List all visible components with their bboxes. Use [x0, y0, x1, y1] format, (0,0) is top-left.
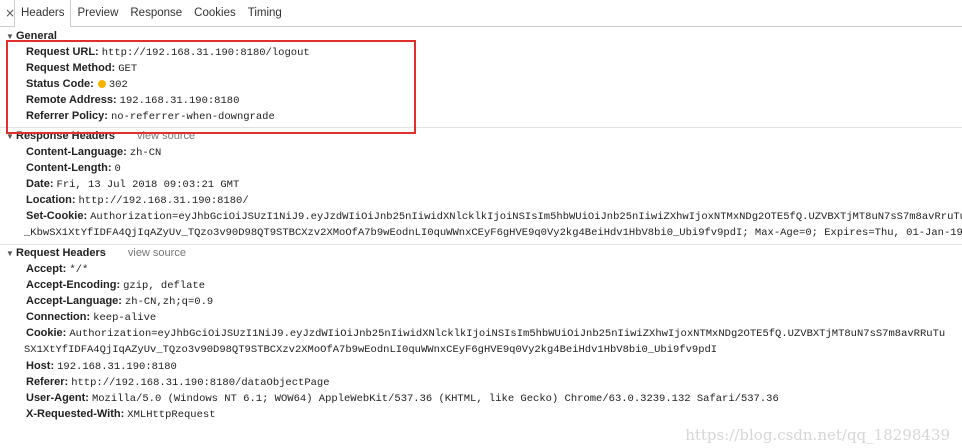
header-value: Authorization=eyJhbGciOiJSUzI1NiJ9.eyJzd…	[90, 211, 962, 223]
expand-triangle-icon: ▼	[6, 32, 14, 41]
header-value: Authorization=eyJhbGciOiJSUzI1NiJ9.eyJzd…	[69, 328, 946, 340]
header-key: Referrer Policy:	[26, 110, 108, 122]
expand-triangle-icon: ▼	[6, 249, 14, 258]
section-title: General	[16, 30, 57, 42]
tab-list: Headers Preview Response Cookies Timing	[14, 0, 288, 27]
tab-preview[interactable]: Preview	[71, 0, 124, 27]
status-dot-icon	[97, 80, 106, 88]
header-value: http://192.168.31.190:8180/logout	[101, 47, 310, 59]
header-row-content-language: Content-Language: zh-CN	[0, 144, 962, 160]
view-source-link[interactable]: view source	[128, 247, 186, 259]
header-row-accept-encoding: Accept-Encoding: gzip, deflate	[0, 277, 962, 293]
header-row-request-url: Request URL: http://192.168.31.190:8180/l…	[0, 44, 962, 60]
header-value: 302	[108, 79, 128, 91]
request-headers-section: ▼ Request Headers view source Accept: */* A…	[0, 245, 962, 425]
header-key: Content-Language:	[26, 146, 127, 158]
header-key: Request URL:	[26, 46, 99, 58]
header-key: Remote Address:	[26, 94, 117, 106]
response-headers-section: ▼ Response Headers view source Content-Lan…	[0, 128, 962, 245]
header-value: 192.168.31.190:8180	[57, 361, 177, 373]
expand-triangle-icon: ▼	[6, 132, 14, 141]
header-row-content-length: Content-Length: 0	[0, 160, 962, 176]
header-value: gzip, deflate	[123, 280, 206, 292]
devtools-tab-bar: × Headers Preview Response Cookies Timin…	[0, 0, 962, 27]
header-key: Connection:	[26, 311, 91, 323]
response-headers-section-header[interactable]: ▼ Response Headers view source	[0, 128, 962, 144]
header-key: Set-Cookie:	[26, 210, 88, 222]
section-title: Response Headers	[16, 130, 116, 142]
header-key: Host:	[26, 360, 55, 372]
header-row-host: Host: 192.168.31.190:8180	[0, 358, 962, 374]
header-key: Accept:	[26, 263, 67, 275]
general-section: ▼ General Request URL: http://192.168.31.1…	[0, 28, 962, 128]
tab-headers[interactable]: Headers	[14, 0, 72, 27]
header-value: XMLHttpRequest	[127, 409, 216, 421]
header-value: Mozilla/5.0 (Windows NT 6.1; WOW64) Appl…	[91, 393, 779, 405]
view-source-link[interactable]: view source	[137, 130, 195, 142]
header-row-date: Date: Fri, 13 Jul 2018 09:03:21 GMT	[0, 176, 962, 192]
header-value: */*	[69, 264, 89, 276]
header-row-location: Location: http://192.168.31.190:8180/	[0, 192, 962, 208]
header-row-status-code: Status Code: 302	[0, 76, 962, 92]
header-key: Accept-Language:	[26, 295, 122, 307]
header-value: 192.168.31.190:8180	[119, 95, 240, 107]
header-value: http://192.168.31.190:8180/	[78, 195, 249, 207]
request-headers-section-header[interactable]: ▼ Request Headers view source	[0, 245, 962, 261]
tab-response[interactable]: Response	[124, 0, 188, 27]
header-value: zh-CN,zh;q=0.9	[124, 296, 214, 308]
header-key: Request Method:	[26, 62, 116, 74]
header-value: 0	[114, 163, 121, 175]
header-row-referrer-policy: Referrer Policy: no-referrer-when-downgra…	[0, 108, 962, 124]
header-value: keep-alive	[93, 312, 157, 324]
header-key: Date:	[26, 178, 54, 190]
header-key: Accept-Encoding:	[26, 279, 121, 291]
header-key: Content-Length:	[26, 162, 112, 174]
header-key: User-Agent:	[26, 392, 89, 404]
header-row-accept: Accept: */*	[0, 261, 962, 277]
general-section-header[interactable]: ▼ General	[0, 28, 962, 44]
header-row-user-agent: User-Agent: Mozilla/5.0 (Windows NT 6.1; …	[0, 390, 962, 406]
header-value-continuation: SX1XtYfIDFA4QjIqAZyUv_TQzo3v90D98QT9STBC…	[24, 344, 718, 356]
header-value: zh-CN	[129, 147, 162, 159]
header-row-x-requested-with: X-Requested-With: XMLHttpRequest	[0, 406, 962, 422]
header-row-referer: Referer: http://192.168.31.190:8180/dataO…	[0, 374, 962, 390]
header-value: GET	[118, 63, 138, 75]
header-key: Status Code:	[26, 78, 94, 90]
header-row-cookie: Cookie: Authorization=eyJhbGciOiJSUzI1NiJ…	[0, 325, 962, 358]
header-value: Fri, 13 Jul 2018 09:03:21 GMT	[56, 179, 240, 191]
header-key: X-Requested-With:	[26, 408, 125, 420]
watermark: https://blog.csdn.net/qq_18298439	[685, 426, 950, 444]
header-value-continuation: _KbwSX1XtYfIDFA4QjIqAZyUv_TQzo3v90D98QT9…	[24, 227, 962, 239]
header-value: no-referrer-when-downgrade	[110, 111, 275, 123]
header-row-set-cookie: Set-Cookie: Authorization=eyJhbGciOiJSUzI…	[0, 208, 962, 241]
tab-cookies[interactable]: Cookies	[188, 0, 242, 27]
header-key: Cookie:	[26, 327, 67, 339]
section-title: Request Headers	[16, 247, 106, 259]
header-row-request-method: Request Method: GET	[0, 60, 962, 76]
header-row-remote-address: Remote Address: 192.168.31.190:8180	[0, 92, 962, 108]
tab-timing[interactable]: Timing	[242, 0, 288, 27]
header-row-connection: Connection: keep-alive	[0, 309, 962, 325]
header-value: http://192.168.31.190:8180/dataObjectPag…	[71, 377, 330, 389]
header-key: Referer:	[26, 376, 69, 388]
headers-panel: ▼ General Request URL: http://192.168.31.1…	[0, 28, 962, 425]
header-row-accept-language: Accept-Language: zh-CN,zh;q=0.9	[0, 293, 962, 309]
header-key: Location:	[26, 194, 76, 206]
